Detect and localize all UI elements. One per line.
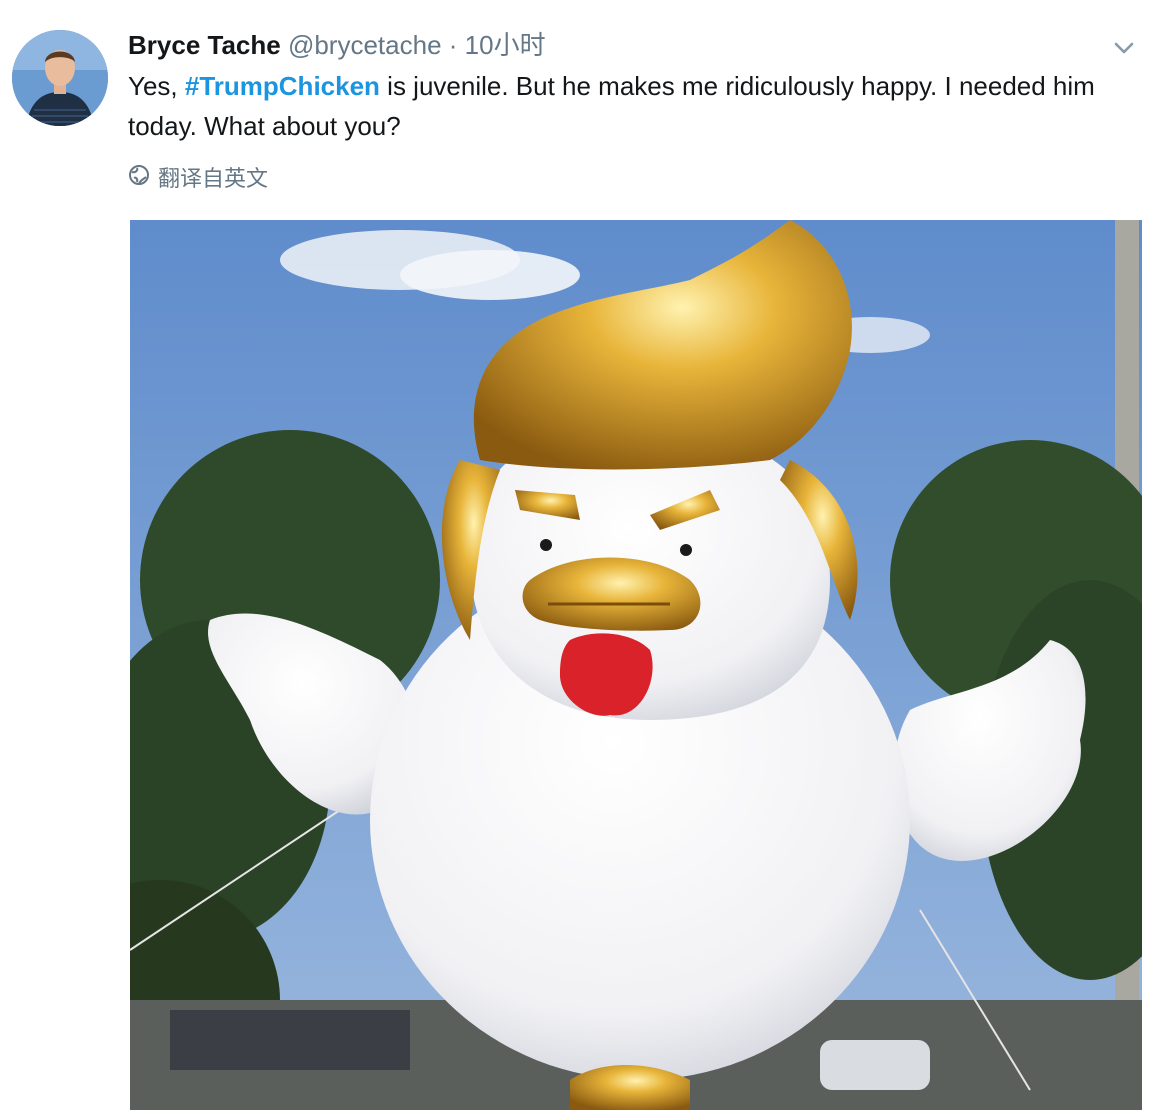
globe-icon [128, 164, 150, 194]
avatar[interactable] [12, 30, 108, 126]
inflatable-chicken-photo [130, 220, 1142, 1110]
translate-link[interactable]: 翻译自英文 [128, 164, 268, 194]
separator-dot: · [448, 30, 458, 60]
tweet-text-start: Yes, [128, 71, 185, 101]
tweet-card: Bryce Tache @brycetache · 10小时 Yes, #Tru… [0, 0, 1166, 1112]
tweet-header: Bryce Tache @brycetache · 10小时 [128, 28, 546, 62]
timestamp[interactable]: 10小时 [465, 30, 546, 60]
tweet-photo[interactable] [130, 220, 1142, 1110]
chevron-down-icon[interactable] [1110, 34, 1138, 62]
author-name[interactable]: Bryce Tache [128, 30, 281, 60]
hashtag-link[interactable]: #TrumpChicken [185, 71, 380, 101]
avatar-image [12, 30, 108, 126]
tweet-text: Yes, #TrumpChicken is juvenile. But he m… [128, 66, 1128, 146]
author-handle[interactable]: @brycetache [288, 30, 442, 60]
translate-label: 翻译自英文 [158, 166, 269, 191]
